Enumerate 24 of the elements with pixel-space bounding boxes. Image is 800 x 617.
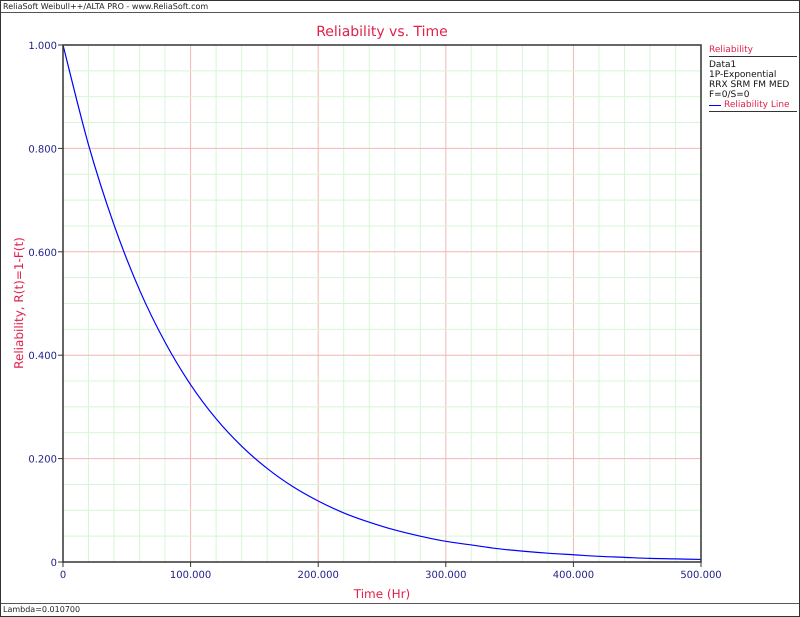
x-tick-label: 200.000 [298, 570, 339, 581]
legend-series-label: Reliability Line [724, 100, 790, 110]
x-tick-label: 100.000 [170, 570, 212, 581]
y-tick-label: 0.600 [28, 248, 57, 259]
legend-text: F=0/S=0 [709, 90, 750, 100]
y-tick-label: 0.800 [28, 144, 57, 156]
y-tick-label: 0.400 [28, 351, 57, 362]
legend-text: 1P-Exponential [709, 70, 778, 80]
status-bar: Lambda=0.010700 [1, 603, 799, 616]
y-tick-label: 0.200 [28, 454, 57, 466]
window-title: ReliaSoft Weibull++/ALTA PRO - www.ReliaSoft.com [1, 1, 799, 13]
legend-title: Reliability [709, 45, 797, 57]
legend-text: RRX SRM FM MED [709, 80, 790, 90]
x-tick-label: 400.000 [552, 570, 594, 581]
chart-title: Reliability vs. Time [316, 24, 448, 40]
x-axis-label: Time (Hr) [354, 587, 410, 601]
y-tick-label: 0 [50, 558, 57, 569]
y-axis-label: Reliability, R(t)=1-F(t) [12, 237, 26, 369]
x-tick-label: 500.000 [680, 570, 722, 581]
legend-line-swatch [709, 104, 721, 106]
y-tick-label: 1.000 [28, 41, 57, 52]
x-tick-label: 300.000 [425, 570, 466, 581]
legend-text: Data1 [709, 60, 738, 70]
x-tick-label: 0 [60, 570, 66, 581]
